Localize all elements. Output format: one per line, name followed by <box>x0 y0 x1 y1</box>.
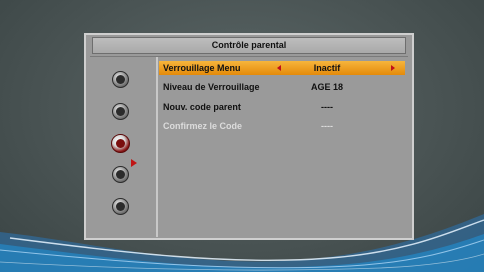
setting-label: Verrouillage Menu <box>163 63 241 73</box>
setting-value: AGE 18 <box>310 82 343 92</box>
setting-label: Niveau de Verrouillage <box>163 82 260 92</box>
menu-sidebar <box>90 57 158 237</box>
wrench-icon[interactable] <box>111 134 130 153</box>
setting-label: Nouv. code parent <box>163 102 241 112</box>
tv-screen-icon[interactable] <box>112 71 129 88</box>
setting-label: Confirmez le Code <box>163 121 243 131</box>
setting-value: ---- <box>321 121 333 131</box>
setting-value: Inactif <box>313 63 341 73</box>
setting-row-verrouillage-menu[interactable]: Verrouillage Menu Inactif <box>159 61 405 75</box>
active-pointer-icon <box>131 159 137 167</box>
setting-row-confirmez-code: Confirmez le Code ---- <box>159 119 405 133</box>
gear-icon[interactable] <box>112 103 129 120</box>
panel-body: Verrouillage Menu Inactif Niveau de Verr… <box>90 56 408 239</box>
chevron-right-icon[interactable] <box>391 65 395 71</box>
setting-row-nouv-code-parent[interactable]: Nouv. code parent ---- <box>159 100 405 114</box>
media-icon[interactable] <box>112 166 129 183</box>
setting-row-niveau-verrouillage[interactable]: Niveau de Verrouillage AGE 18 <box>159 80 405 94</box>
film-reel-icon[interactable] <box>112 198 129 215</box>
parental-control-panel: Contrôle parental Verrouillage Menu Inac… <box>84 33 414 240</box>
setting-value: ---- <box>321 102 333 112</box>
panel-title: Contrôle parental <box>92 37 406 54</box>
chevron-left-icon[interactable] <box>277 65 281 71</box>
